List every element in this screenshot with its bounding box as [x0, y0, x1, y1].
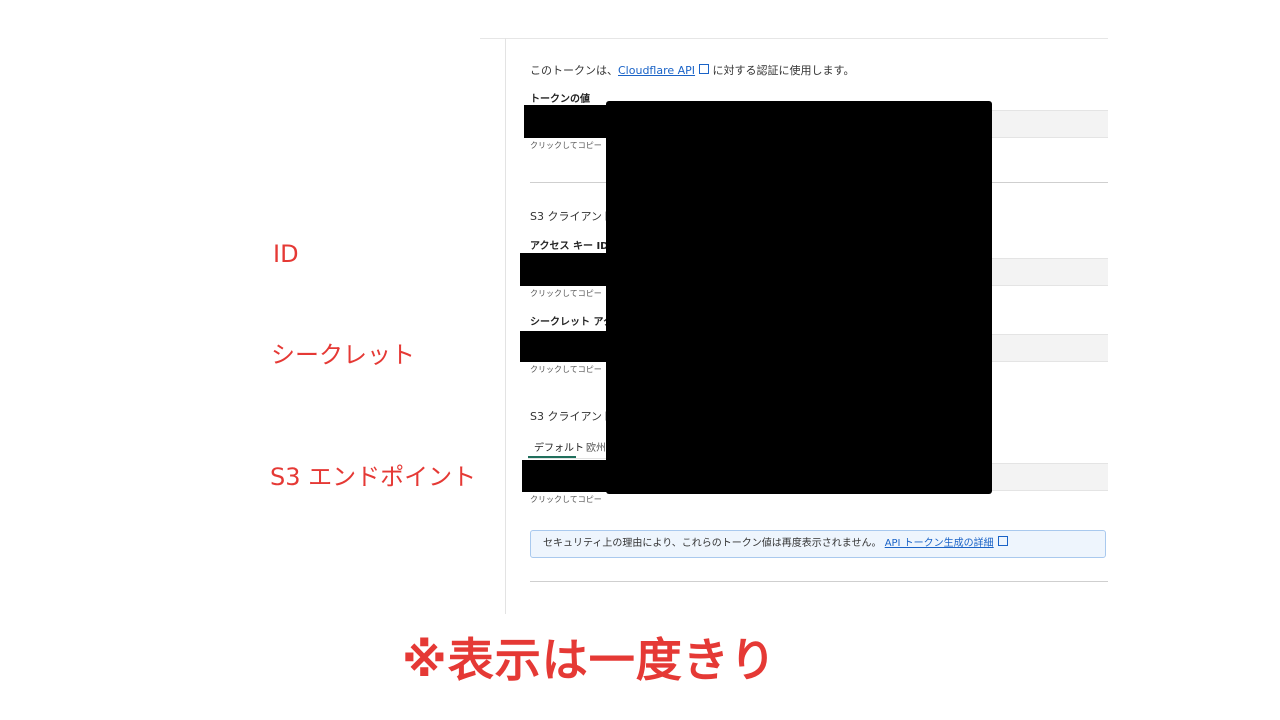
annotation-secret: シークレット — [271, 341, 415, 369]
annotation-endpoint: S3 エンドポイント — [270, 463, 477, 491]
redaction-block — [606, 101, 992, 494]
cloudflare-api-link[interactable]: Cloudflare API — [618, 64, 695, 77]
intro-prefix: このトークンは、 — [530, 64, 618, 77]
redaction-endpoint — [522, 460, 614, 492]
token-value-label: トークンの値 — [530, 94, 590, 105]
notice-text: セキュリティ上の理由により、これらのトークン値は再度表示されません。 — [543, 538, 882, 549]
secret-copy-hint[interactable]: クリックしてコピー — [530, 364, 602, 375]
endpoint-tabs-rule — [528, 458, 608, 459]
access-key-copy-hint[interactable]: クリックしてコピー — [530, 288, 602, 299]
tab-eu[interactable]: 欧州 — [586, 439, 606, 454]
left-divider — [505, 38, 506, 614]
tab-default-indicator — [528, 456, 576, 458]
external-link-icon — [997, 536, 1008, 546]
top-divider — [480, 38, 1108, 39]
external-link-icon — [699, 64, 710, 74]
intro-suffix: に対する認証に使用します。 — [709, 64, 855, 77]
access-key-id-label: アクセス キー ID — [530, 241, 609, 252]
token-copy-hint[interactable]: クリックしてコピー — [530, 140, 602, 151]
api-token-details-link[interactable]: API トークン生成の詳細 — [885, 538, 994, 549]
redaction-token — [524, 105, 614, 138]
display-once-note: ※表示は一度きり — [402, 633, 777, 687]
redaction-access-key — [520, 253, 614, 286]
intro-line: このトークンは、Cloudflare API に対する認証に使用します。 — [530, 62, 854, 78]
endpoint-copy-hint[interactable]: クリックしてコピー — [530, 494, 602, 505]
bottom-divider — [530, 581, 1108, 582]
annotation-id: ID — [273, 240, 299, 268]
redaction-secret — [520, 331, 614, 362]
security-notice: セキュリティ上の理由により、これらのトークン値は再度表示されません。 API ト… — [530, 530, 1106, 558]
tab-default[interactable]: デフォルト — [534, 439, 584, 454]
